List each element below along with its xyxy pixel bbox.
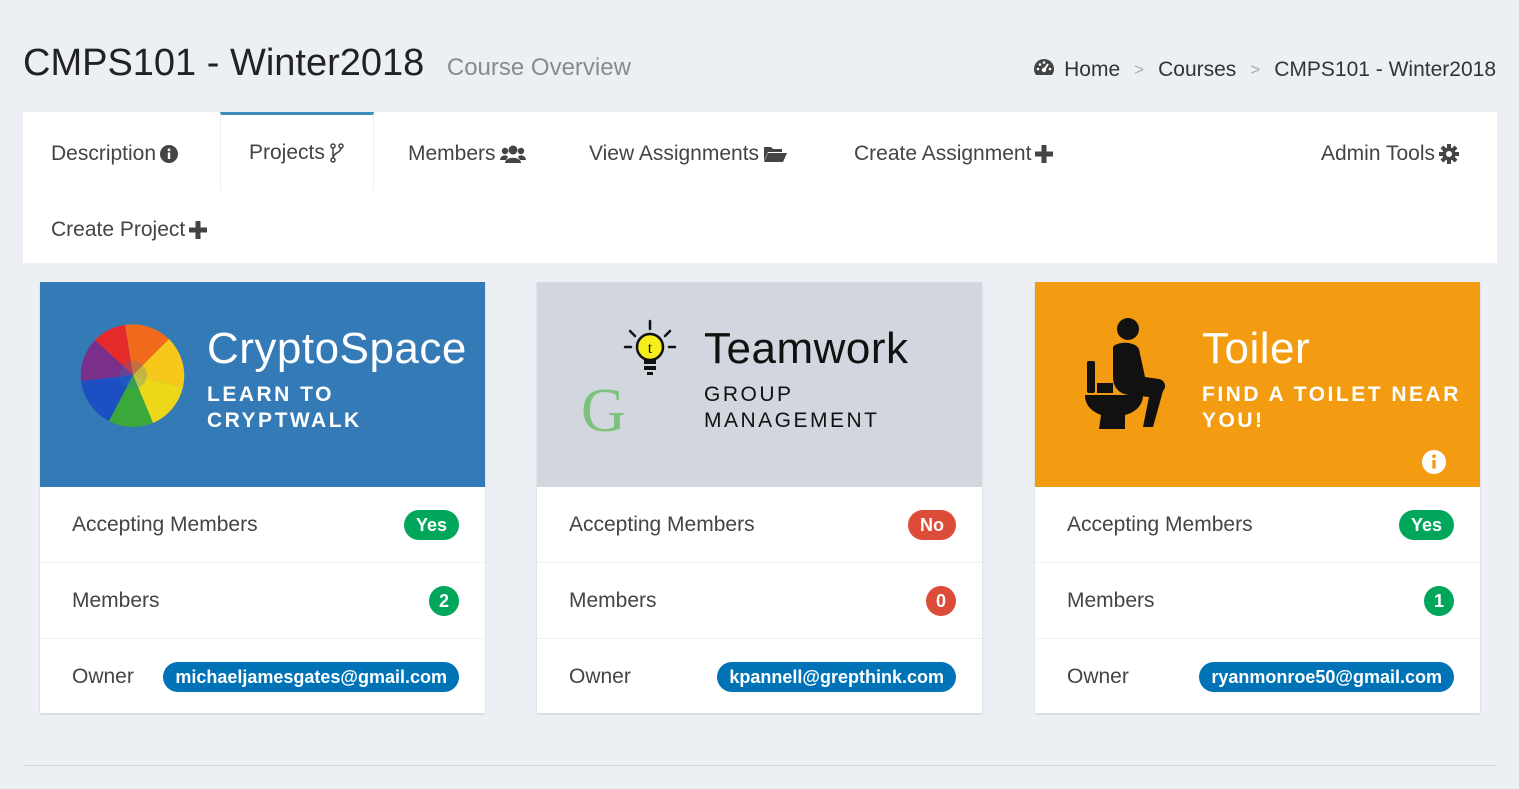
project-name: CryptoSpace xyxy=(207,324,467,373)
row-label: Accepting Members xyxy=(1067,512,1253,536)
members-count-badge: 2 xyxy=(428,585,459,616)
tab-label: Projects xyxy=(249,141,325,164)
tab-label: Create Project xyxy=(51,218,186,241)
members-count-badge: 0 xyxy=(925,585,956,616)
code-fork-icon xyxy=(329,143,345,163)
project-tagline: Learn to Cryptwalk xyxy=(207,383,362,432)
accepting-members-row: Accepting Members Yes xyxy=(40,487,485,563)
project-card-header[interactable]: Toiler Find a toilet near you! xyxy=(1035,282,1480,487)
svg-text:G: G xyxy=(581,377,626,437)
tab-admin-tools[interactable]: Admin Tools xyxy=(1293,116,1487,192)
page-header: CMPS101 - Winter2018 Course Overview Hom… xyxy=(23,40,1496,100)
course-title: CMPS101 - Winter2018 xyxy=(23,42,425,84)
page-subtitle: Course Overview xyxy=(446,54,631,81)
tab-label: View Assignments xyxy=(589,142,760,165)
folder-open-icon xyxy=(763,145,788,163)
row-label: Owner xyxy=(569,665,631,688)
tab-bar: Description Projects Members View Assign… xyxy=(23,112,1497,263)
dashboard-icon xyxy=(1032,57,1056,83)
project-card[interactable]: t G Teamwork Group Management Accepting … xyxy=(537,282,982,713)
project-name: Toiler xyxy=(1202,324,1311,373)
cryptospace-logo xyxy=(78,317,188,437)
tab-description[interactable]: Description xyxy=(23,116,206,192)
users-icon xyxy=(499,144,526,164)
tab-label: Create Assignment xyxy=(854,142,1032,165)
breadcrumb-separator: > xyxy=(1250,60,1261,79)
project-tagline: Find a toilet near you! xyxy=(1202,383,1461,432)
tab-members[interactable]: Members xyxy=(380,116,554,192)
project-card-header[interactable]: t G Teamwork Group Management xyxy=(537,282,982,487)
row-label: Owner xyxy=(72,665,134,688)
row-label: Members xyxy=(569,588,657,612)
breadcrumb-separator: > xyxy=(1134,60,1145,79)
owner-row: Owner michaeljamesgates@gmail.com xyxy=(40,639,485,715)
project-card-header[interactable]: CryptoSpace Learn to Cryptwalk xyxy=(40,282,485,487)
project-tagline: Group Management xyxy=(704,383,880,432)
owner-row: Owner kpannell@grepthink.com xyxy=(537,639,982,715)
members-count-badge: 1 xyxy=(1423,585,1454,616)
tab-view-assignments[interactable]: View Assignments xyxy=(561,116,815,192)
breadcrumb-courses[interactable]: Courses xyxy=(1158,58,1236,82)
row-label: Members xyxy=(72,588,160,612)
owner-badge[interactable]: ryanmonroe50@gmail.com xyxy=(1199,662,1454,692)
row-label: Owner xyxy=(1067,665,1129,688)
accepting-members-row: Accepting Members Yes xyxy=(1035,487,1480,563)
members-row: Members 2 xyxy=(40,563,485,639)
svg-text:t: t xyxy=(648,340,653,357)
info-circle-icon[interactable] xyxy=(1422,450,1446,479)
tab-label: Admin Tools xyxy=(1320,142,1435,165)
toilet-logo xyxy=(1073,317,1183,437)
accepting-badge: Yes xyxy=(1398,509,1454,540)
row-label: Accepting Members xyxy=(72,512,258,536)
tab-label: Members xyxy=(408,142,496,165)
accepting-badge: No xyxy=(908,509,956,540)
project-card[interactable]: Toiler Find a toilet near you! Accepting… xyxy=(1035,282,1480,713)
members-row: Members 0 xyxy=(537,563,982,639)
project-name: Teamwork xyxy=(704,324,909,373)
breadcrumb: Home > Courses > CMPS101 - Winter2018 xyxy=(1032,57,1496,83)
teamwork-logo: t G xyxy=(575,317,685,445)
row-label: Members xyxy=(1067,588,1155,612)
members-row: Members 1 xyxy=(1035,563,1480,639)
tab-label: Description xyxy=(51,142,157,165)
breadcrumb-current: CMPS101 - Winter2018 xyxy=(1274,58,1496,81)
page-title: CMPS101 - Winter2018 Course Overview xyxy=(23,42,631,85)
accepting-members-row: Accepting Members No xyxy=(537,487,982,563)
tab-create-assignment[interactable]: Create Assignment xyxy=(826,116,1081,192)
info-circle-icon xyxy=(160,145,179,163)
row-label: Accepting Members xyxy=(569,512,755,536)
owner-row: Owner ryanmonroe50@gmail.com xyxy=(1035,639,1480,715)
breadcrumb-home[interactable]: Home xyxy=(1064,58,1120,82)
owner-badge[interactable]: kpannell@grepthink.com xyxy=(717,662,956,692)
plus-icon xyxy=(189,221,208,239)
plus-icon xyxy=(1035,145,1054,163)
owner-badge[interactable]: michaeljamesgates@gmail.com xyxy=(163,662,459,692)
project-card[interactable]: CryptoSpace Learn to Cryptwalk Accepting… xyxy=(40,282,485,713)
tab-create-project[interactable]: Create Project xyxy=(23,192,235,268)
accepting-badge: Yes xyxy=(403,509,459,540)
tab-projects[interactable]: Projects xyxy=(220,112,374,191)
gear-icon xyxy=(1439,144,1459,164)
course-box: Description Projects Members View Assign… xyxy=(23,112,1497,766)
